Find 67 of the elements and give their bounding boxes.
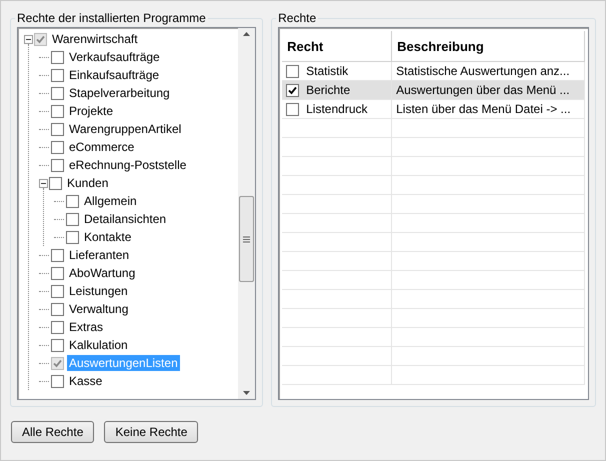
tree-checkbox[interactable] [51,158,64,172]
scrollbar[interactable] [238,28,256,399]
tree-checkbox[interactable] [51,86,64,100]
tree-item[interactable]: Projekte [67,103,116,119]
tree-checkbox[interactable] [51,302,64,316]
table-cell: Listen über das Menü Datei -> ... [396,102,571,116]
check-icon [288,86,298,94]
tree-item[interactable]: AboWartung [67,265,138,281]
tree-item[interactable]: Kasse [67,373,104,389]
column-header[interactable]: Recht [282,31,392,62]
tree-item[interactable]: Kontakte [82,229,134,245]
scroll-down-icon[interactable] [243,391,250,395]
tree-checkbox[interactable] [51,284,64,298]
row-checkbox[interactable] [286,84,300,96]
group-title: Rechte der installierten Programme [16,11,207,25]
rights-button[interactable]: Keine Rechte [104,421,198,443]
scroll-thumb[interactable] [239,196,254,282]
tree-checkbox[interactable] [34,32,47,46]
collapse-toggle[interactable] [24,34,33,44]
collapse-toggle[interactable] [39,178,48,188]
tree-item[interactable]: Leistungen [67,283,130,299]
tree-item[interactable]: Einkaufsaufträge [67,67,162,83]
tree-checkbox[interactable] [51,122,64,136]
scroll-up-icon[interactable] [243,32,250,36]
group-title: Rechte [277,11,318,25]
tree-checkbox[interactable] [66,194,79,208]
tree-checkbox[interactable] [51,374,64,388]
tree-checkbox[interactable] [51,50,64,64]
tree-item[interactable]: Allgemein [82,193,139,209]
table-cell: Statistik [306,64,348,78]
tree-item[interactable]: Detailansichten [82,211,168,227]
minus-icon [41,180,46,186]
column-header[interactable]: Beschreibung [392,31,585,62]
tree-item[interactable]: Kalkulation [67,337,130,353]
row-checkbox[interactable] [286,102,300,116]
tree-item[interactable]: Verkaufsaufträge [67,49,162,65]
tree-checkbox[interactable] [66,230,79,244]
tree-item[interactable]: WarengruppenArtikel [67,121,184,137]
table-row[interactable]: Listendruck Listen über das Menü Datei -> ... [282,100,585,119]
rights-button[interactable]: Alle Rechte [11,421,94,443]
table-cell: Auswertungen über das Menü ... [396,83,570,97]
tree-item[interactable]: Extras [67,319,106,335]
tree-item[interactable]: Kunden [65,175,110,191]
tree-checkbox[interactable] [51,266,64,280]
tree-checkbox[interactable] [51,356,64,370]
tree-checkbox[interactable] [49,176,62,190]
table-cell: Listendruck [306,102,368,116]
tree-checkbox[interactable] [51,140,64,154]
tree-checkbox[interactable] [51,104,64,118]
tree-item[interactable]: Verwaltung [67,301,130,317]
tree-checkbox[interactable] [51,248,64,262]
tree-checkbox[interactable] [51,320,64,334]
tree-checkbox[interactable] [51,338,64,352]
tree-item[interactable]: Warenwirtschaft [50,31,140,47]
table-cell: Berichte [306,83,350,97]
tree-item[interactable]: Stapelverarbeitung [67,85,172,101]
minus-icon [26,36,31,42]
row-checkbox[interactable] [286,64,300,78]
tree-item[interactable]: eCommerce [67,139,136,155]
tree-item[interactable]: Lieferanten [67,247,132,263]
check-icon [36,34,45,44]
tree-item[interactable]: eRechnung-Poststelle [67,157,188,173]
check-icon [53,358,62,368]
table-cell: Statistische Auswertungen anz... [396,64,570,78]
tree-checkbox[interactable] [66,212,79,226]
tree-checkbox[interactable] [51,68,64,82]
table-row[interactable]: Berichte Auswertungen über das Menü ... [282,81,585,100]
